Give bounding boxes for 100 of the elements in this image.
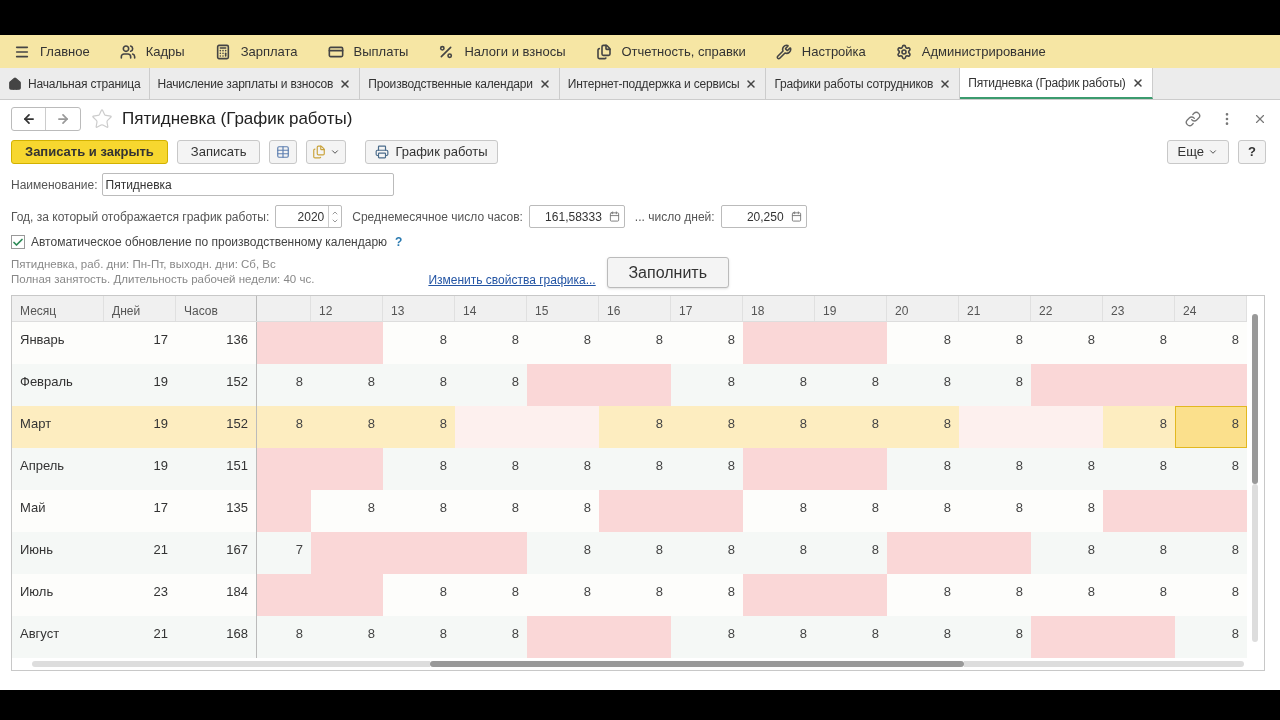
table-row[interactable]: Январь 17 136 8 8 8 8 8 8 8 8 8 8 [12,322,1247,364]
auto-update-checkbox[interactable] [11,235,25,249]
column-header[interactable]: 14 [455,296,527,321]
day-cell[interactable]: 8 [1175,406,1247,448]
menu-item[interactable]: Администрирование [895,41,1076,62]
tab[interactable]: Начисление зарплаты и взносов [149,68,361,99]
tab[interactable]: Интернет-поддержка и сервисы [559,68,767,99]
people-icon [119,43,136,60]
star-icon[interactable] [91,108,113,130]
tab[interactable]: Пятидневка (График работы) [960,68,1153,99]
day-cell[interactable] [815,574,887,616]
day-cell[interactable] [743,574,815,616]
menu-item[interactable]: Выплаты [327,41,439,62]
hours-label: Среднемесячное число часов: [352,208,523,226]
table-cell-text: Январь [19,331,66,349]
save-close-button[interactable]: Записать и закрыть [11,140,168,164]
table-row[interactable]: Август 21 168 8 8 8 8 8 8 8 8 8 8 [12,616,1247,658]
day-cell[interactable] [527,616,599,658]
table-row[interactable]: Март 19 152 8 8 8 8 8 8 8 8 8 8 [12,406,1247,448]
table-cell-text: Апрель [19,457,66,475]
day-cell[interactable] [959,406,1031,448]
table-row[interactable]: Июль 23 184 8 8 8 8 8 8 8 8 8 8 [12,574,1247,616]
menu-item[interactable]: Главное [14,41,120,62]
year-label: Год, за который отображается график работы: [11,208,270,226]
table-row[interactable]: Апрель 19 151 8 8 8 8 8 8 8 8 8 8 [12,448,1247,490]
help-button[interactable]: ? [1238,140,1266,164]
close-icon[interactable] [1253,112,1267,126]
fill-button[interactable]: Заполнить [606,257,729,288]
column-header[interactable]: 12 [311,296,383,321]
day-cell[interactable] [743,322,815,364]
day-cell[interactable] [257,490,311,532]
menu-item[interactable]: Отчетность, справки [595,41,776,62]
column-header[interactable]: 21 [959,296,1031,321]
column-header[interactable]: Дней [104,296,176,321]
day-cell[interactable] [1103,490,1175,532]
column-header[interactable]: 20 [887,296,959,321]
change-properties-link[interactable]: Изменить свойства графика... [428,271,596,289]
menu-item[interactable]: Кадры [119,41,215,62]
day-cell[interactable] [311,448,383,490]
day-cell[interactable] [599,364,671,406]
help-link[interactable]: ? [395,233,403,251]
save-button[interactable]: Записать [176,140,261,164]
day-cell[interactable] [311,322,383,364]
day-cell[interactable] [257,574,311,616]
tab[interactable]: Производственные календари [360,68,560,99]
day-cell[interactable] [815,322,887,364]
menu-item[interactable]: Настройка [775,41,896,62]
column-header[interactable]: Месяц [12,296,104,321]
column-header[interactable]: 19 [815,296,887,321]
printer-icon [375,145,390,159]
arrow-right-icon [56,112,70,126]
hours-field[interactable]: 161,58333 [528,205,625,228]
column-header[interactable]: 22 [1031,296,1103,321]
more-button[interactable]: Еще [1166,140,1229,164]
day-cell[interactable] [527,364,599,406]
column-header[interactable]: 13 [383,296,455,321]
column-header[interactable]: 17 [671,296,743,321]
day-cell[interactable] [1031,406,1103,448]
caret-icon [1208,147,1218,157]
day-cell[interactable] [527,406,599,448]
day-cell[interactable] [743,448,815,490]
day-cell[interactable] [599,490,671,532]
column-header[interactable]: 15 [527,296,599,321]
report-dropdown-button[interactable] [306,140,347,164]
link-icon[interactable] [1185,111,1201,127]
table-row[interactable]: Май 17 135 8 8 8 8 8 8 8 8 8 [12,490,1247,532]
day-cell[interactable] [257,322,311,364]
table-cell-text: 21 [152,625,169,643]
table-cell-text: Август [19,625,61,643]
day-cell[interactable] [959,532,1031,574]
print-button[interactable]: График работы [365,140,498,164]
column-header[interactable]: Часов [176,296,257,321]
day-cell[interactable] [455,532,527,574]
table-cell-text: Июнь [19,541,55,559]
day-cell[interactable] [599,616,671,658]
column-header[interactable]: 18 [743,296,815,321]
days-field[interactable]: 20,250 [720,205,807,228]
table-cell-text: Март [19,415,53,433]
day-cell[interactable] [815,448,887,490]
day-cell[interactable] [671,490,743,532]
day-cell[interactable] [1103,616,1175,658]
table-row[interactable]: Февраль 19 152 8 8 8 8 8 8 8 8 8 [12,364,1247,406]
column-header[interactable]: 23 [1103,296,1175,321]
day-cell[interactable] [1031,616,1103,658]
name-field[interactable]: Пятидневка [101,173,394,196]
day-cell[interactable] [887,532,959,574]
day-cell[interactable] [1175,364,1247,406]
day-cell[interactable] [1031,364,1103,406]
column-header[interactable]: 16 [599,296,671,321]
menu-item[interactable]: Налоги и взносы [438,41,596,62]
year-field[interactable]: 2020 [275,205,343,228]
day-cell[interactable] [455,406,527,448]
table-row[interactable]: Июнь 21 167 7 8 8 8 8 8 8 8 8 [12,532,1247,574]
tab[interactable]: Начальная страница [0,68,150,99]
day-cell[interactable] [1175,490,1247,532]
close-icon [1131,76,1144,89]
settings-icon [895,43,912,60]
list-button[interactable] [269,140,298,164]
documents-icon [595,43,612,60]
menu-item[interactable]: Зарплата [214,41,328,62]
